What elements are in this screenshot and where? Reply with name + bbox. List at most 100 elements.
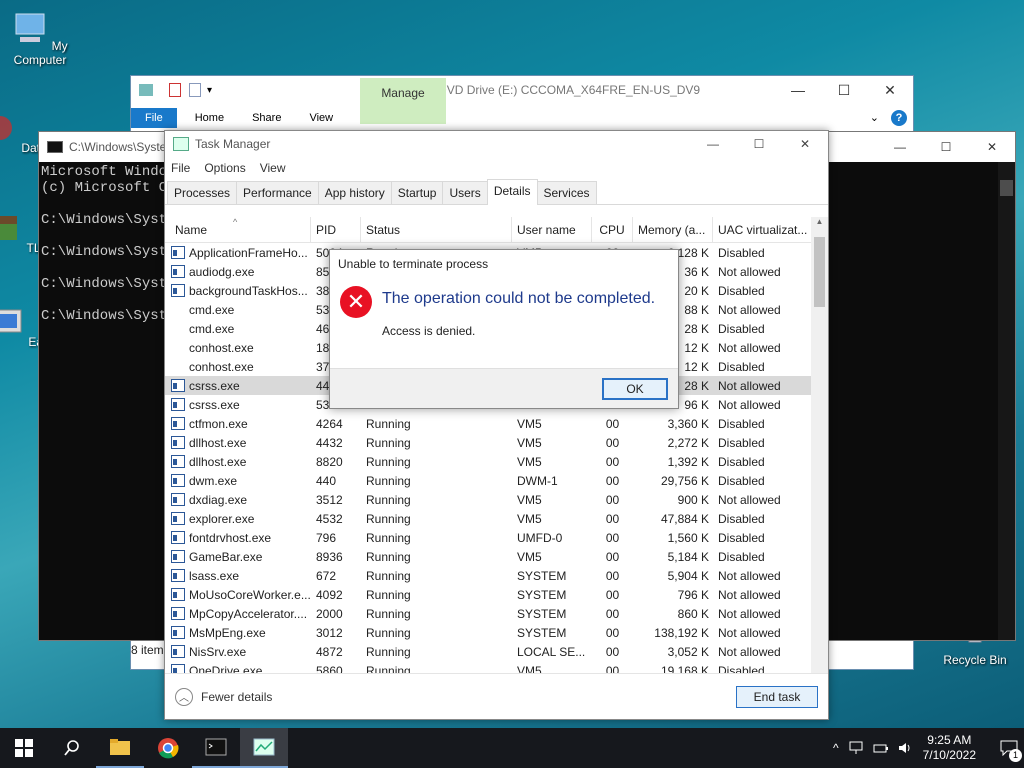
close-icon[interactable]: ✕ [867, 76, 913, 104]
taskbar-cmd[interactable] [192, 728, 240, 768]
tab-users[interactable]: Users [442, 181, 488, 204]
cell-uac: Disabled [718, 454, 765, 469]
battery-icon[interactable] [873, 741, 889, 755]
cell-status: Running [366, 416, 411, 431]
process-name: MsMpEng.exe [189, 625, 266, 640]
table-row[interactable]: OneDrive.exe 5860 Running VM5 00 19,168 K Disa… [165, 661, 813, 673]
tm-close-icon[interactable]: ✕ [782, 131, 828, 157]
ribbon-tab-share[interactable]: Share [238, 108, 295, 128]
volume-icon[interactable] [897, 741, 913, 755]
process-icon [171, 379, 185, 392]
notification-count-badge: 1 [1009, 749, 1022, 762]
tab-processes[interactable]: Processes [167, 181, 238, 204]
cell-cpu: 00 [605, 435, 620, 450]
start-button[interactable] [0, 728, 48, 768]
search-button[interactable] [48, 728, 96, 768]
tm-maximize-icon[interactable]: ☐ [736, 131, 782, 157]
chevron-up-icon[interactable]: ^ [833, 741, 839, 755]
clock-time: 9:25 AM [927, 733, 972, 747]
cell-pid: 3512 [316, 492, 343, 507]
cmd-scrollbar[interactable] [998, 162, 1015, 640]
process-name-cell: conhost.exe [165, 341, 311, 355]
table-row[interactable]: dxdiag.exe 3512 Running VM5 00 900 K Not allow… [165, 490, 813, 509]
ribbon-tab-view[interactable]: View [295, 108, 347, 128]
cell-mem: 138,192 K [654, 625, 709, 640]
scroll-up-icon[interactable]: ▲ [811, 217, 828, 226]
tab-details[interactable]: Details [486, 179, 538, 205]
notification-center-button[interactable]: 1 [994, 728, 1024, 768]
tab-app-history[interactable]: App history [317, 181, 392, 204]
cell-status: Running [366, 625, 411, 640]
column-name[interactable]: Name ^ [165, 217, 311, 243]
help-icon[interactable]: ? [885, 108, 913, 128]
cmd-minimize-icon[interactable]: — [877, 132, 923, 162]
fewer-details-button[interactable]: ︿ Fewer details [175, 687, 272, 706]
column-uac[interactable]: UAC virtualizat... [713, 217, 813, 243]
ok-button[interactable]: OK [602, 378, 668, 400]
menu-view[interactable]: View [260, 161, 286, 175]
quick-access-icon[interactable] [139, 84, 153, 96]
process-name: audiodg.exe [189, 264, 255, 279]
table-row[interactable]: NisSrv.exe 4872 Running LOCAL SE... 00 3,052 … [165, 642, 813, 661]
table-row[interactable]: fontdrvhost.exe 796 Running UMFD-0 00 1,560 K… [165, 528, 813, 547]
new-folder-icon[interactable] [189, 83, 201, 97]
table-row[interactable]: explorer.exe 4532 Running VM5 00 47,884 K Disa… [165, 509, 813, 528]
process-icon [171, 645, 185, 658]
maximize-icon[interactable]: ☐ [821, 76, 867, 104]
cell-uac: Disabled [718, 245, 765, 260]
menu-options[interactable]: Options [204, 161, 245, 175]
error-dialog[interactable]: Unable to terminate process ✕ The operat… [329, 249, 679, 409]
table-row[interactable]: MsMpEng.exe 3012 Running SYSTEM 00 138,192 K N… [165, 623, 813, 642]
task-manager-window[interactable]: Task Manager — ☐ ✕ File Options View Pro… [164, 130, 829, 720]
table-row[interactable]: MoUsoCoreWorker.e... 4092 Running SYSTEM 00 7… [165, 585, 813, 604]
network-icon[interactable] [849, 741, 865, 755]
properties-icon[interactable] [169, 83, 181, 97]
table-row[interactable]: GameBar.exe 8936 Running VM5 00 5,184 K Disabl… [165, 547, 813, 566]
cell-pid: 672 [316, 568, 337, 583]
process-name-cell: MoUsoCoreWorker.e... [165, 588, 311, 602]
cell-status: Running [366, 549, 411, 564]
cmd-maximize-icon[interactable]: ☐ [923, 132, 969, 162]
tab-performance[interactable]: Performance [236, 181, 319, 204]
column-pid[interactable]: PID [311, 217, 361, 243]
menu-file[interactable]: File [171, 161, 190, 175]
desktop-icon-my-computer[interactable]: My Computer [0, 10, 80, 67]
cell-mem: 5,184 K [667, 549, 709, 564]
process-table-scrollbar[interactable]: ▲ [811, 217, 828, 673]
table-row[interactable]: dwm.exe 440 Running DWM-1 00 29,756 K Disabled [165, 471, 813, 490]
taskbar-file-explorer[interactable] [96, 728, 144, 768]
column-cpu[interactable]: CPU [592, 217, 633, 243]
taskbar-chrome[interactable] [144, 728, 192, 768]
scroll-thumb[interactable] [814, 237, 825, 307]
tab-startup[interactable]: Startup [390, 181, 444, 204]
taskbar-task-manager[interactable] [240, 728, 288, 768]
table-row[interactable]: dllhost.exe 4432 Running VM5 00 2,272 K Disabl… [165, 433, 813, 452]
manage-tab-group: Manage [360, 78, 446, 124]
customize-dropdown-icon[interactable]: ▾ [207, 85, 212, 96]
terminal-icon [205, 738, 227, 756]
tm-minimize-icon[interactable]: — [690, 131, 736, 157]
table-row[interactable]: ctfmon.exe 4264 Running VM5 00 3,360 K Disable… [165, 414, 813, 433]
process-name-cell: MsMpEng.exe [165, 626, 311, 640]
ribbon-tab-home[interactable]: Home [177, 108, 238, 128]
column-status[interactable]: Status [361, 217, 512, 243]
ribbon-tab-file[interactable]: File [131, 108, 177, 128]
minimize-icon[interactable]: — [775, 76, 821, 104]
task-manager-icon [253, 738, 275, 756]
cell-mem: 3,360 K [667, 416, 709, 431]
cell-pid: 8820 [316, 454, 343, 469]
column-memory[interactable]: Memory (a... [633, 217, 713, 243]
table-row[interactable]: MpCopyAccelerator.... 2000 Running SYSTEM 00… [165, 604, 813, 623]
end-task-button[interactable]: End task [736, 685, 818, 708]
table-row[interactable]: lsass.exe 672 Running SYSTEM 00 5,904 K Not al… [165, 566, 813, 585]
process-icon [171, 550, 185, 563]
expand-ribbon-icon[interactable]: ⌄ [864, 107, 885, 128]
column-user-name[interactable]: User name [512, 217, 592, 243]
cmd-close-icon[interactable]: ✕ [969, 132, 1015, 162]
cell-status: Running [366, 606, 411, 621]
clock[interactable]: 9:25 AM 7/10/2022 [923, 733, 976, 763]
process-name: OneDrive.exe [189, 663, 263, 674]
system-tray: ^ 9:25 AM 7/10/2022 1 [827, 728, 1024, 768]
tab-services[interactable]: Services [536, 181, 597, 204]
table-row[interactable]: dllhost.exe 8820 Running VM5 00 1,392 K Disabl… [165, 452, 813, 471]
